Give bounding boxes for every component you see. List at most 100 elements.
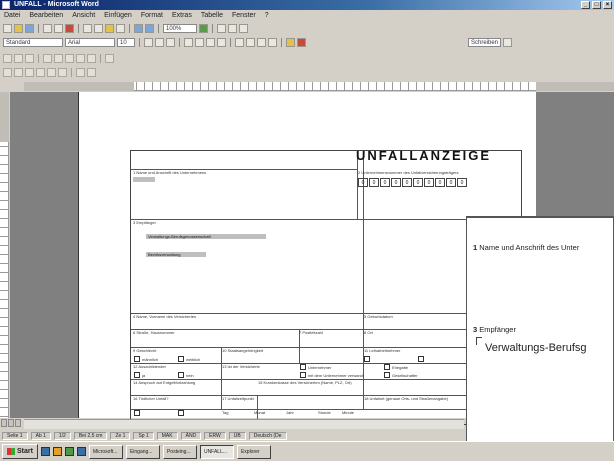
horizontal-ruler[interactable] [24,82,614,91]
font-color-icon[interactable] [297,38,306,47]
draw-textbox-icon[interactable] [58,68,67,77]
new-icon[interactable] [3,24,12,33]
align-left-icon[interactable] [184,38,193,47]
digit-box[interactable]: 0 [358,178,368,187]
outdent-icon[interactable] [268,38,277,47]
checkbox-partner[interactable] [384,372,390,378]
form-properties-icon[interactable] [43,54,52,63]
form-table-icon[interactable] [54,54,63,63]
cut-icon[interactable] [83,24,92,33]
menu-ansicht[interactable]: Ansicht [72,10,95,21]
task-button-active[interactable]: UNFALL... [199,444,234,459]
quicklaunch-outlook-icon[interactable] [52,447,62,456]
checkbox-related[interactable] [300,372,306,378]
paste-icon[interactable] [105,24,114,33]
menu-format[interactable]: Format [141,10,163,21]
draw-arrow-icon[interactable] [25,68,34,77]
bold-icon[interactable] [144,38,153,47]
checkbox-spouse[interactable] [384,364,390,370]
spellcheck-icon[interactable] [65,24,74,33]
print-view-button[interactable] [15,419,21,427]
digit-box[interactable]: 0 [380,178,390,187]
digit-box[interactable]: 0 [402,178,412,187]
digit-box[interactable]: 0 [457,178,467,187]
checkbox-male[interactable] [134,356,140,362]
font-size-combo[interactable]: 10 [117,38,135,47]
maximize-button[interactable]: □ [592,1,601,9]
align-center-icon[interactable] [195,38,204,47]
undo-icon[interactable] [134,24,143,33]
table-icon[interactable] [217,24,226,33]
digit-box[interactable]: 0 [369,178,379,187]
draw-rect-icon[interactable] [36,68,45,77]
form-checkbox-icon[interactable] [14,54,23,63]
draw-fill-icon[interactable] [76,68,85,77]
extra-tool-icon[interactable] [503,38,513,47]
menu-tabelle[interactable]: Tabelle [201,10,223,21]
form-shading-icon[interactable] [76,54,85,63]
digit-box[interactable]: 0 [424,178,434,187]
digit-box[interactable]: 0 [413,178,423,187]
draw-select-icon[interactable] [3,68,12,77]
task-button[interactable]: Explorer [236,444,271,459]
quicklaunch-ie-icon[interactable] [40,447,50,456]
close-button[interactable]: × [603,1,612,9]
recipient-line2-field[interactable]: Bezirksverwaltung [146,252,206,257]
format-painter-icon[interactable] [116,24,125,33]
font-combo[interactable]: Arial [65,38,115,47]
drawing-icon[interactable] [239,24,248,33]
checkbox-temp-no[interactable] [418,356,424,362]
status-mode-aend[interactable]: ÄND [180,431,202,440]
recipient-line1-field[interactable]: Verwaltungs-Berufsgenossenschaft [146,234,266,239]
copy-icon[interactable] [94,24,103,33]
checkbox-apprentice-yes[interactable] [134,372,140,378]
form-text-field-icon[interactable] [3,54,12,63]
save-icon[interactable] [25,24,34,33]
underline-icon[interactable] [166,38,175,47]
style-combo[interactable]: Standard [3,38,63,47]
quicklaunch-word-icon[interactable] [76,447,86,456]
normal-view-button[interactable] [1,419,7,427]
help-icon[interactable] [199,24,208,33]
vertical-ruler[interactable] [0,92,9,418]
task-button[interactable]: Posteing... [162,444,197,459]
draw-oval-icon[interactable] [47,68,56,77]
italic-icon[interactable] [155,38,164,47]
web-view-button[interactable] [8,419,14,427]
status-mode-mak[interactable]: MAK [156,431,178,440]
bullets-icon[interactable] [246,38,255,47]
form-frame-icon[interactable] [65,54,74,63]
print-icon[interactable] [43,24,52,33]
status-mode-erw[interactable]: ERW [204,431,226,440]
menu-fenster[interactable]: Fenster [232,10,256,21]
menu-datei[interactable]: Datei [4,10,20,21]
checkbox-fatal-no[interactable] [178,410,184,416]
menu-help[interactable]: ? [265,10,269,21]
font-name-right-combo[interactable]: Schreiben [468,38,502,47]
minimize-button[interactable]: _ [581,1,590,9]
justify-icon[interactable] [217,38,226,47]
status-mode-ueb[interactable]: ÜB [228,431,246,440]
redo-icon[interactable] [145,24,154,33]
align-right-icon[interactable] [206,38,215,47]
draw-line-icon[interactable] [14,68,23,77]
form-protect-icon[interactable] [105,54,114,63]
start-button[interactable]: Start [2,444,38,459]
task-button[interactable]: Eingang... [125,444,160,459]
draw-shadow-icon[interactable] [87,68,96,77]
checkbox-fatal-yes[interactable] [134,410,140,416]
horizontal-scrollbar[interactable] [24,419,464,429]
zoom-combo[interactable]: 100% [163,24,197,33]
highlight-icon[interactable] [286,38,295,47]
quicklaunch-desktop-icon[interactable] [64,447,74,456]
digit-box[interactable]: 0 [435,178,445,187]
open-icon[interactable] [14,24,23,33]
checkbox-apprentice-no[interactable] [178,372,184,378]
preview-icon[interactable] [54,24,63,33]
form-reset-icon[interactable] [87,54,96,63]
menu-extras[interactable]: Extras [172,10,192,21]
digit-box[interactable]: 0 [391,178,401,187]
company-number-digits[interactable]: 0 0 0 0 0 0 0 0 0 0 [358,178,468,187]
checkbox-female[interactable] [178,356,184,362]
menu-bearbeiten[interactable]: Bearbeiten [29,10,63,21]
